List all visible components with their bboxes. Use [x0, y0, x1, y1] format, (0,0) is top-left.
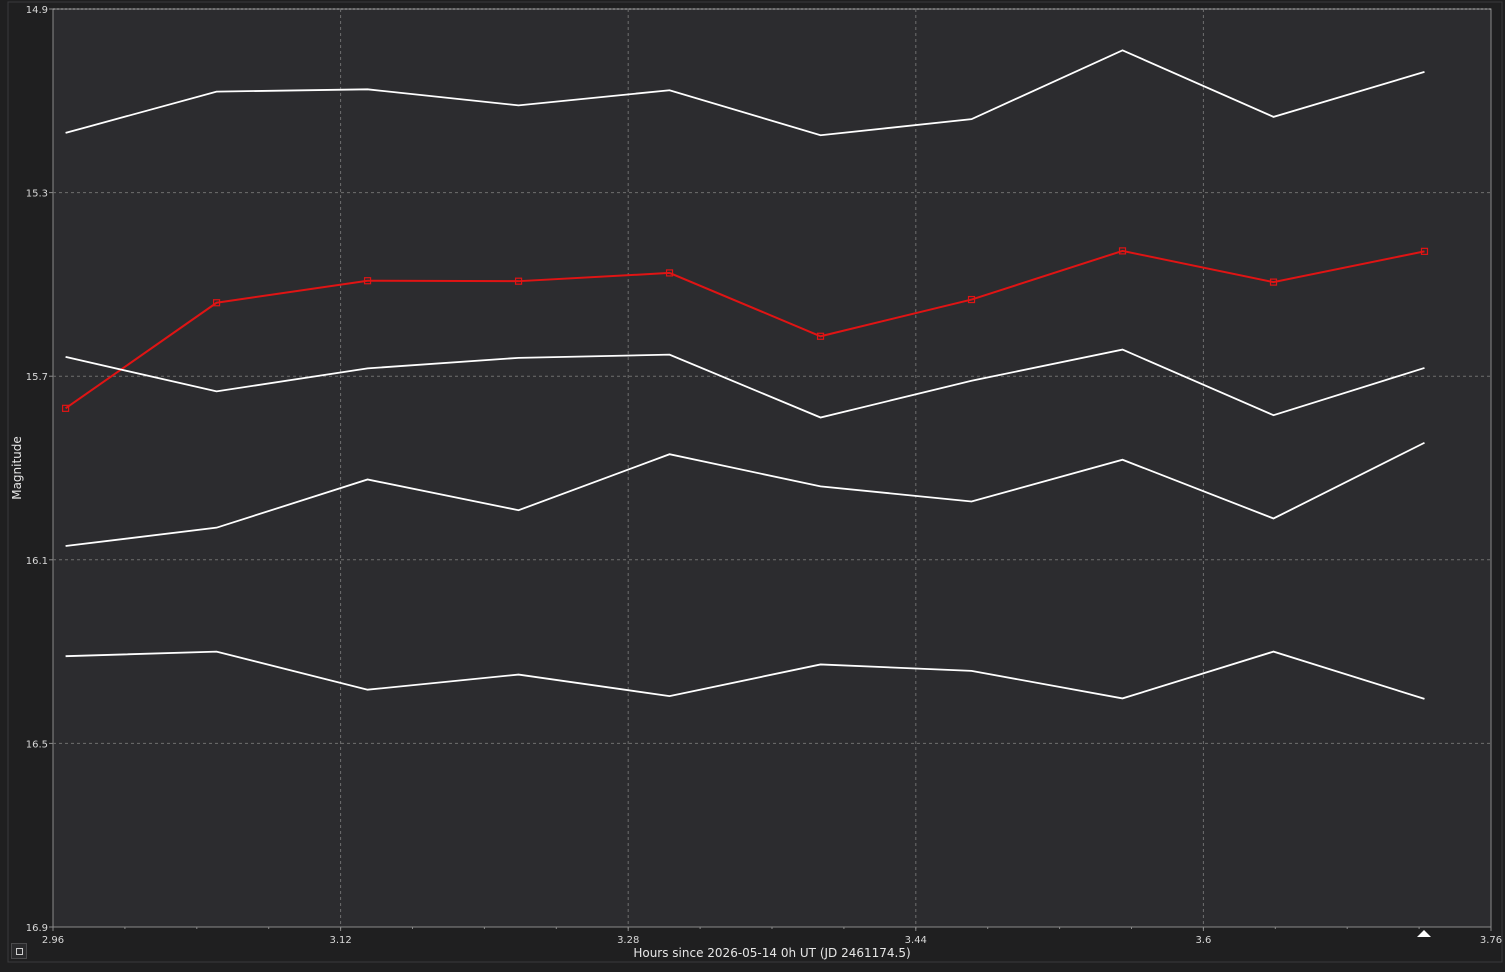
- x-tick-label: 3.28: [617, 935, 639, 946]
- x-tick-label: 3.6: [1195, 935, 1211, 946]
- x-tick-label: 2.96: [42, 935, 64, 946]
- x-tick-label: 3.76: [1480, 935, 1502, 946]
- square-icon: [15, 947, 23, 955]
- y-tick-label: 16.1: [26, 556, 48, 567]
- x-axis-title: Hours since 2026-05-14 0h UT (JD 2461174…: [633, 946, 910, 960]
- y-tick-label: 15.7: [26, 372, 48, 383]
- triangle-up-icon[interactable]: [1417, 929, 1431, 937]
- x-tick-label: 3.12: [329, 935, 351, 946]
- light-curve-window: 2.96 3.12 3.28 3.44 3.6 3.76 14.9 15.3 15.7 16.1…: [0, 0, 1505, 972]
- y-tick-label: 15.3: [26, 189, 48, 200]
- y-tick-label: 16.5: [26, 739, 48, 750]
- plot-area: [52, 8, 1492, 928]
- y-tick-label: 16.9: [26, 923, 48, 934]
- corner-square-button[interactable]: [11, 943, 27, 959]
- y-tick-label: 14.9: [26, 5, 48, 16]
- y-axis-title: Magnitude: [10, 436, 24, 500]
- light-curve-chart: 2.96 3.12 3.28 3.44 3.6 3.76 14.9 15.3 15.7 16.1…: [7, 1, 1503, 963]
- x-tick-label: 3.44: [905, 935, 927, 946]
